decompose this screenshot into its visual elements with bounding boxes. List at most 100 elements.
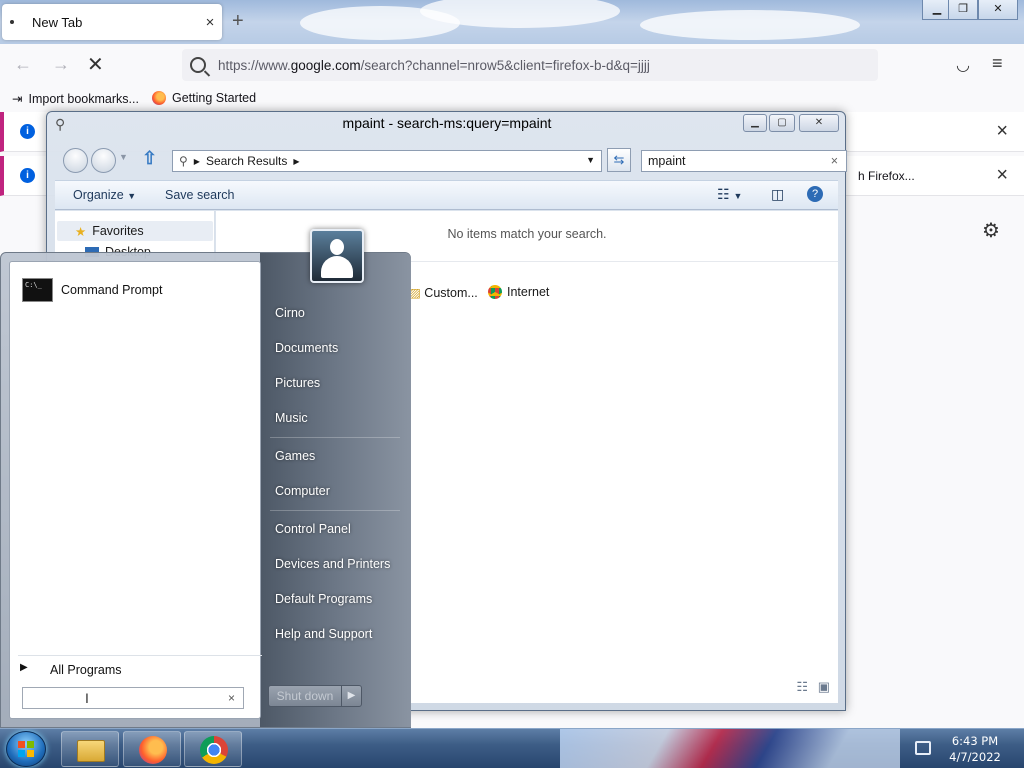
start-link-music[interactable]: Music	[275, 411, 308, 425]
url-bar[interactable]: https://www.google.com/search?channel=nr…	[182, 49, 878, 81]
all-programs-label: All Programs	[50, 663, 122, 677]
breadcrumb[interactable]: Search Results	[206, 154, 287, 168]
all-programs-button[interactable]: ▶ All Programs	[18, 655, 262, 681]
command-bar: Organize ▼ Save search ☷ ▼ ◫ ?	[55, 180, 838, 210]
close-icon[interactable]: ×	[996, 164, 1008, 187]
start-link-help-support[interactable]: Help and Support	[275, 627, 372, 641]
dropdown-arrow-icon[interactable]: ▼	[586, 155, 595, 165]
network-icon[interactable]	[915, 741, 931, 755]
link-label: Internet	[507, 285, 550, 299]
back-arrow-icon[interactable]: ←	[14, 54, 32, 75]
wallpaper-peek	[560, 729, 900, 768]
gear-icon[interactable]: ⚙	[982, 218, 1000, 243]
search-value: mpaint	[648, 154, 686, 168]
expand-arrow-icon: ▶	[20, 662, 28, 673]
large-icons-view-icon[interactable]: ▣	[818, 679, 830, 695]
start-link-devices-printers[interactable]: Devices and Printers	[275, 557, 390, 571]
clock-date: 4/7/2022	[949, 750, 1001, 764]
tab-new-tab[interactable]: New Tab ×	[2, 4, 222, 40]
up-arrow-icon[interactable]: ⇧	[142, 148, 157, 169]
user-icon	[330, 239, 344, 255]
program-command-prompt[interactable]: C:\_ Command Prompt	[22, 278, 162, 302]
info-icon: i	[20, 168, 35, 183]
shutdown-button[interactable]: Shut down	[268, 685, 342, 707]
minimize-button[interactable]: ▁	[743, 114, 767, 132]
taskbar-app-chrome[interactable]	[184, 731, 242, 767]
start-button[interactable]	[6, 731, 46, 767]
info-icon: i	[20, 124, 35, 139]
search-icon	[190, 57, 206, 73]
program-label: Command Prompt	[61, 283, 163, 297]
clear-search-icon[interactable]: ×	[831, 154, 838, 168]
address-bar[interactable]: ⚲ ▶ Search Results ▶ ▼	[172, 150, 602, 172]
hamburger-menu-icon[interactable]: ≡	[992, 53, 1003, 74]
close-window-button[interactable]: ✕	[978, 0, 1018, 20]
organize-button[interactable]: Organize ▼	[73, 188, 136, 202]
nav-item-favorites[interactable]: ★ Favorites	[57, 221, 213, 241]
back-button[interactable]	[63, 148, 88, 173]
stop-loading-icon[interactable]: ✕	[87, 52, 104, 77]
restore-button[interactable]: ❐	[948, 0, 978, 20]
import-icon: ⇥	[12, 92, 23, 106]
shutdown-options-icon[interactable]: ▶	[341, 685, 362, 707]
nav-label: Favorites	[92, 224, 144, 238]
bookmark-getting-started[interactable]: Getting Started	[152, 91, 256, 105]
preview-pane-icon[interactable]: ◫	[771, 186, 784, 203]
start-link-pictures[interactable]: Pictures	[275, 376, 320, 390]
text-cursor-icon: I	[85, 690, 89, 706]
system-clock[interactable]: 6:43 PM 4/7/2022	[940, 733, 1010, 765]
navigation-toolbar: ← → ✕ https://www.google.com/search?chan…	[0, 44, 1024, 86]
start-menu: C:\_ Command Prompt ▶ All Programs I × C…	[0, 229, 411, 728]
pocket-icon[interactable]: ◡	[956, 55, 970, 75]
start-link-documents[interactable]: Documents	[275, 341, 338, 355]
tab-close-icon[interactable]: ×	[198, 14, 222, 31]
notification-button[interactable]: h Firefox...	[858, 169, 915, 183]
user-icon-body	[321, 256, 353, 278]
clear-search-icon[interactable]: ×	[228, 691, 235, 705]
start-menu-programs-pane: C:\_ Command Prompt ▶ All Programs	[9, 261, 262, 719]
bookmark-label: Getting Started	[172, 91, 257, 105]
search-input[interactable]: mpaint ×	[641, 150, 847, 172]
clock-time: 6:43 PM	[951, 734, 999, 748]
start-link-control-panel[interactable]: Control Panel	[275, 522, 351, 536]
url-text[interactable]: https://www.google.com/search?channel=nr…	[218, 58, 650, 73]
chrome-icon	[488, 285, 502, 299]
start-search-input[interactable]: I ×	[22, 687, 244, 709]
firefox-logo-icon	[152, 91, 166, 105]
forward-button[interactable]	[91, 148, 116, 173]
details-view-icon[interactable]: ☷	[796, 679, 808, 695]
start-link-games[interactable]: Games	[275, 449, 315, 463]
chevron-right-icon[interactable]: ▶	[293, 157, 299, 166]
taskbar-app-explorer[interactable]	[61, 731, 119, 767]
start-link-default-programs[interactable]: Default Programs	[275, 592, 372, 606]
refresh-icon[interactable]: ⇆	[607, 148, 631, 172]
chrome-icon	[200, 736, 228, 764]
start-link-computer[interactable]: Computer	[275, 484, 330, 498]
close-window-button[interactable]: ✕	[799, 114, 839, 132]
maximize-button[interactable]: ▢	[769, 114, 795, 132]
chevron-right-icon[interactable]: ▶	[194, 157, 200, 166]
windows-logo-icon	[18, 741, 35, 758]
forward-arrow-icon[interactable]: →	[52, 54, 70, 75]
search-again-internet[interactable]: Internet	[488, 285, 549, 299]
address-row: ▼ ⇧ ⚲ ▶ Search Results ▶ ▼ ⇆ mpaint ×	[55, 146, 847, 174]
divider	[270, 437, 400, 438]
new-tab-button[interactable]: +	[232, 10, 244, 33]
sky-cloud	[640, 10, 860, 40]
star-icon: ★	[75, 224, 87, 239]
change-view-icon[interactable]: ☷ ▼	[717, 186, 742, 203]
search-again-custom[interactable]: ▨ Custom...	[409, 285, 478, 300]
close-icon[interactable]: ×	[996, 120, 1008, 143]
firefox-icon	[139, 736, 167, 764]
recent-dropdown-icon[interactable]: ▼	[119, 152, 128, 162]
bookmark-label: Import bookmarks...	[28, 91, 139, 106]
taskbar-app-firefox[interactable]	[123, 731, 181, 767]
save-search-button[interactable]: Save search	[165, 188, 234, 202]
search-icon: ⚲	[179, 154, 188, 168]
bookmark-import[interactable]: ⇥ Import bookmarks...	[12, 91, 139, 107]
taskbar: 6:43 PM 4/7/2022	[0, 728, 1024, 768]
start-link-cirno[interactable]: Cirno	[275, 306, 305, 320]
user-avatar[interactable]	[310, 229, 364, 283]
divider	[270, 510, 400, 511]
help-icon[interactable]: ?	[807, 186, 823, 202]
